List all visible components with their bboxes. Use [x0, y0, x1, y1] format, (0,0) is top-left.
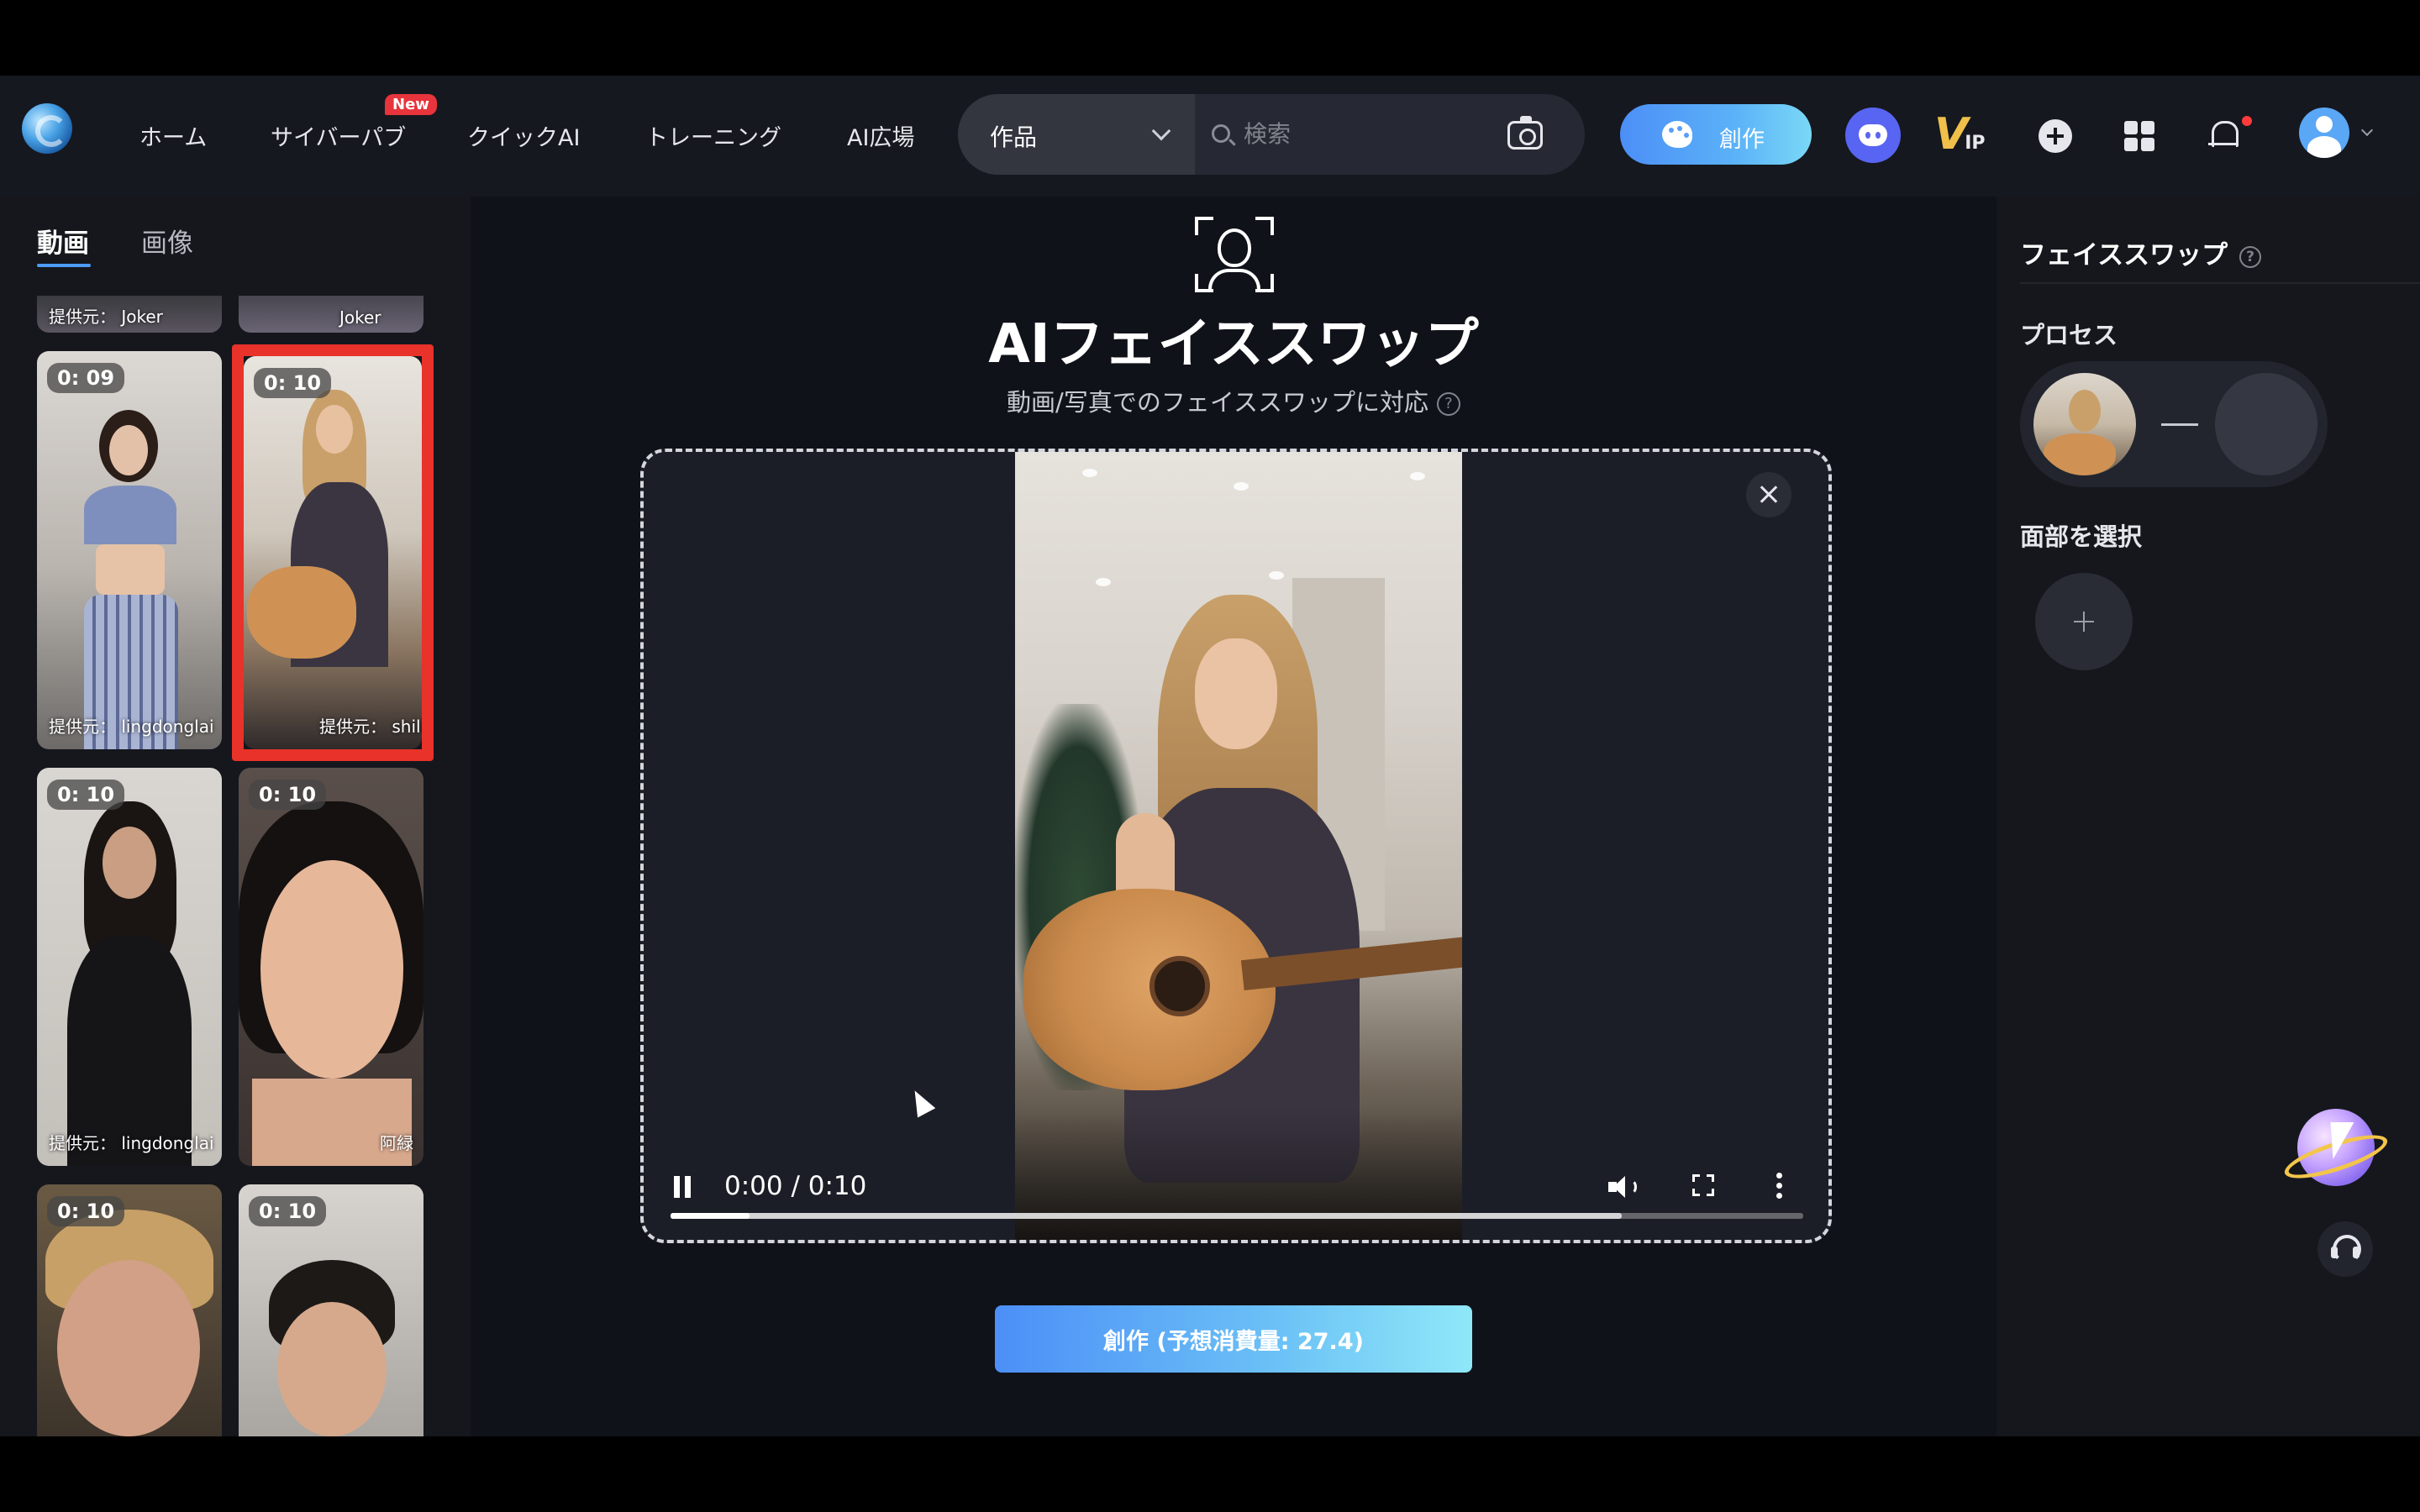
- vip-icon[interactable]: VIP: [1934, 109, 1986, 160]
- create-submit-button[interactable]: 創作 (予想消費量: 27.4): [995, 1305, 1472, 1373]
- tab-image[interactable]: 画像: [141, 222, 193, 260]
- discord-icon[interactable]: [1845, 108, 1901, 163]
- duration-badge: 0: 09: [47, 363, 125, 393]
- list-item[interactable]: 提供元： Joker: [37, 296, 222, 333]
- progress-buffered: [671, 1213, 1623, 1219]
- top-header: ホーム サイバーパブ New クイックAI トレーニング AI広場 作品 創作 …: [0, 76, 2420, 197]
- process-label: プロセス: [2020, 321, 2118, 349]
- grid-icon[interactable]: [2124, 121, 2154, 151]
- face-swap-title-text: フェイススワップ: [2020, 240, 2228, 270]
- video-time: 0:00 / 0:10: [724, 1171, 867, 1201]
- page-subtitle: 動画/写真でのフェイススワップに対応?: [471, 383, 1996, 418]
- create-button-label: 創作: [1719, 127, 1765, 153]
- selected-frame: [232, 344, 434, 761]
- search-icon: [1212, 124, 1230, 143]
- source-video-thumbnail[interactable]: [2033, 373, 2136, 475]
- vip-letter: V: [1934, 109, 1968, 160]
- nav-quick-ai[interactable]: クイックAI: [467, 119, 580, 152]
- fullscreen-icon[interactable]: [1692, 1174, 1714, 1196]
- progress-played: [671, 1213, 750, 1219]
- close-video-button[interactable]: [1746, 472, 1791, 517]
- search-input[interactable]: [1244, 114, 1496, 153]
- list-item[interactable]: 0: 10 提供元： lingdonglai: [37, 768, 222, 1166]
- search-bar: 作品: [958, 94, 1585, 175]
- bell-icon[interactable]: [2208, 118, 2238, 151]
- select-face-label: 面部を選択: [2020, 522, 2143, 551]
- item-caption: Joker: [339, 307, 381, 328]
- item-caption: 阿緑: [380, 1133, 413, 1153]
- list-item[interactable]: 0: 10: [37, 1184, 222, 1436]
- nav-home[interactable]: ホーム: [139, 119, 207, 152]
- item-caption: 提供元： lingdonglai: [49, 1133, 214, 1153]
- more-options-icon[interactable]: [1776, 1173, 1783, 1200]
- target-face-slot[interactable]: [2215, 373, 2317, 475]
- plus-icon[interactable]: [2039, 119, 2072, 153]
- item-caption: 提供元： lingdonglai: [49, 717, 214, 737]
- list-item[interactable]: 0: 10: [239, 1184, 424, 1436]
- page-title: AIフェイススワップ: [988, 313, 1479, 375]
- notification-dot: [2242, 116, 2252, 126]
- chevron-down-icon[interactable]: [2360, 123, 2374, 137]
- tab-video[interactable]: 動画: [37, 222, 91, 267]
- pause-icon[interactable]: [674, 1176, 692, 1198]
- search-category-select[interactable]: 作品: [958, 94, 1195, 175]
- video-controls: 0:00 / 0:10: [644, 1107, 1828, 1240]
- subtitle-text: 動画/写真でのフェイススワップに対応: [1007, 388, 1428, 417]
- avatar[interactable]: [2299, 108, 2349, 158]
- face-scan-icon: [1195, 217, 1274, 292]
- nav-cyberpub[interactable]: サイバーパブ: [271, 119, 406, 152]
- process-connector: [2161, 423, 2198, 426]
- face-swap-title: フェイススワップ?: [2020, 234, 2262, 271]
- nav-ai-plaza[interactable]: AI広場: [847, 119, 914, 152]
- help-icon[interactable]: ?: [1436, 392, 1460, 416]
- camera-icon[interactable]: [1507, 116, 1543, 150]
- app-logo-icon[interactable]: [22, 103, 72, 154]
- main-content: AIフェイススワップ 動画/写真でのフェイススワップに対応? 0:00 / 0:…: [471, 197, 1996, 1436]
- chevron-down-icon: [1151, 121, 1171, 141]
- duration-badge: 0: 10: [249, 780, 327, 810]
- nav-training[interactable]: トレーニング: [645, 119, 781, 152]
- duration-badge: 0: 10: [249, 1196, 327, 1226]
- list-item[interactable]: Joker: [239, 296, 424, 333]
- item-caption: 提供元： Joker: [49, 307, 163, 327]
- headset-support-icon[interactable]: [2317, 1221, 2373, 1277]
- letterbox-bottom: [0, 1436, 2420, 1512]
- create-button[interactable]: 創作: [1620, 104, 1812, 165]
- left-sidebar: 動画 画像 提供元： Joker Joker 0: 09 提供元： lingdo…: [0, 197, 471, 1436]
- list-item[interactable]: 0: 10 阿緑: [239, 768, 424, 1166]
- letterbox-top: [0, 0, 2420, 76]
- search-category-label: 作品: [990, 123, 1038, 151]
- video-drop-zone[interactable]: 0:00 / 0:10: [640, 449, 1832, 1243]
- volume-icon[interactable]: [1608, 1174, 1637, 1200]
- list-item[interactable]: 0: 09 提供元： lingdonglai: [37, 351, 222, 749]
- lightning-orb-icon[interactable]: [2280, 1099, 2392, 1198]
- divider: [2020, 282, 2420, 284]
- duration-badge: 0: 10: [47, 1196, 125, 1226]
- process-pill: [2020, 361, 2328, 487]
- duration-badge: 0: 10: [47, 780, 125, 810]
- vip-sub: IP: [1965, 133, 1986, 154]
- video-progress-bar[interactable]: [671, 1213, 1803, 1219]
- new-badge: New: [385, 94, 437, 115]
- palette-icon: [1662, 121, 1692, 148]
- help-icon[interactable]: ?: [2239, 245, 2262, 268]
- add-face-button[interactable]: [2035, 573, 2133, 670]
